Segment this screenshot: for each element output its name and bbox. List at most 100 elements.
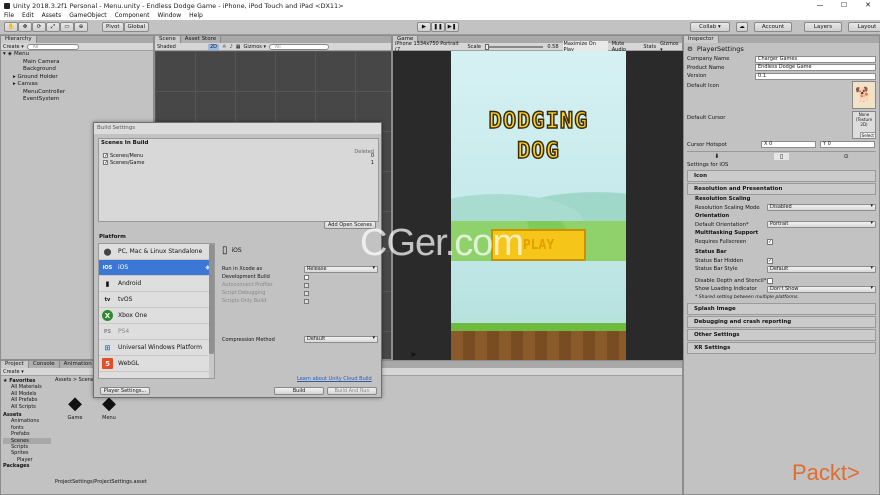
scene-search-input[interactable]: All: [268, 43, 329, 50]
close-button[interactable]: ✕: [856, 0, 880, 11]
layout-dropdown[interactable]: Layout: [848, 22, 880, 32]
minimize-button[interactable]: —: [808, 0, 832, 11]
cloud-icon[interactable]: ☁: [736, 22, 748, 32]
debugging-section-header[interactable]: Debugging and crash reporting: [687, 316, 876, 328]
play-icon[interactable]: ▶: [417, 22, 431, 32]
stats-toggle[interactable]: Stats: [643, 44, 656, 50]
tab-scene[interactable]: Scene: [155, 36, 181, 43]
disable-depth-checkbox[interactable]: [767, 277, 773, 284]
platform-scrollbar[interactable]: [209, 244, 214, 378]
run-in-xcode-dropdown[interactable]: Release: [304, 265, 378, 273]
hierarchy-item[interactable]: ▸ Ground Holder: [3, 74, 153, 82]
platform-ios[interactable]: iOS iOS ◈: [99, 260, 214, 276]
game-screen[interactable]: DODGING DOG PLAY: [451, 51, 626, 360]
move-tool-icon[interactable]: ✥: [18, 22, 32, 32]
shading-mode-dropdown[interactable]: Shaded: [157, 44, 205, 50]
menu-component[interactable]: Component: [115, 12, 150, 19]
platform-tvos[interactable]: tv tvOS: [99, 292, 214, 308]
tab-animation[interactable]: Animation: [59, 361, 97, 368]
compression-dropdown[interactable]: Default: [304, 336, 378, 343]
tab-project[interactable]: Project: [1, 361, 29, 368]
show-loading-dropdown[interactable]: Don't Show: [767, 285, 876, 293]
hierarchy-item[interactable]: MenuController: [3, 89, 153, 97]
other-settings-section-header[interactable]: Other Settings: [687, 329, 876, 341]
xr-settings-section-header[interactable]: XR Settings: [687, 342, 876, 354]
hierarchy-create-button[interactable]: Create ▾: [3, 44, 24, 50]
scene-entry[interactable]: ✓ Scenes/Menu 0: [99, 152, 378, 159]
product-name-input[interactable]: Endless Dodge Game: [755, 64, 876, 72]
hotspot-y-input[interactable]: Y 0: [820, 141, 875, 149]
cursor-select-button[interactable]: Select: [859, 131, 875, 138]
scaling-mode-dropdown[interactable]: Disabled: [767, 204, 876, 212]
tab-asset-store[interactable]: Asset Store: [180, 36, 222, 43]
cursor-texture-slot[interactable]: None (Texture 2D) Select: [852, 110, 876, 139]
maximize-button[interactable]: ☐: [832, 0, 856, 11]
platform-uwp[interactable]: ⊞ Universal Windows Platform: [99, 340, 214, 356]
orientation-dropdown[interactable]: Portrait: [767, 221, 876, 229]
tab-hierarchy[interactable]: Hierarchy: [1, 36, 37, 43]
menu-help[interactable]: Help: [189, 12, 203, 19]
platform-scrollbar-thumb[interactable]: [209, 244, 214, 354]
hierarchy-item[interactable]: Background: [3, 66, 153, 74]
hierarchy-item[interactable]: EventSystem: [3, 96, 153, 104]
step-icon[interactable]: ▶❚: [445, 22, 459, 32]
scale-slider[interactable]: [484, 43, 544, 50]
platform-webgl[interactable]: 5 WebGL: [99, 356, 214, 372]
expand-arrow-icon[interactable]: ▾: [3, 51, 6, 59]
platform-xbox-one[interactable]: X Xbox One: [99, 308, 214, 324]
scene-file-game[interactable]: ◆ Game: [61, 393, 89, 421]
android-platform-tab[interactable]: ⊙: [844, 153, 849, 160]
scale-tool-icon[interactable]: ⤢: [46, 22, 60, 32]
transform-tool-icon[interactable]: ⊕: [74, 22, 88, 32]
pause-icon[interactable]: ❚❚: [431, 22, 445, 32]
scene-checkbox[interactable]: ✓: [103, 160, 108, 166]
resolution-section-header[interactable]: Resolution and Presentation: [687, 183, 876, 195]
hierarchy-item[interactable]: ▸ Canvas: [3, 81, 153, 89]
development-build-checkbox[interactable]: [304, 274, 309, 280]
effects-icon[interactable]: ▦: [236, 44, 241, 50]
cloud-build-link[interactable]: Learn about Unity Cloud Build: [297, 376, 372, 382]
hierarchy-search-input[interactable]: All: [26, 43, 79, 50]
platform-ps4[interactable]: PS PS4: [99, 324, 214, 340]
scale-slider-handle[interactable]: [484, 43, 489, 50]
icon-section-header[interactable]: Icon: [687, 170, 876, 182]
menu-gameobject[interactable]: GameObject: [69, 12, 106, 19]
build-button[interactable]: Build: [274, 387, 324, 395]
favorite-item[interactable]: All Scripts: [3, 404, 51, 410]
player-settings-button[interactable]: Player Settings...: [100, 387, 150, 395]
hand-tool-icon[interactable]: ✋: [4, 22, 18, 32]
gizmos-dropdown[interactable]: Gizmos ▾: [243, 44, 266, 50]
status-bar-style-dropdown[interactable]: Default: [767, 265, 876, 273]
account-dropdown[interactable]: Account: [754, 22, 792, 32]
project-create-button[interactable]: Create ▾: [3, 369, 24, 375]
dog-icon[interactable]: 🐕: [852, 80, 876, 109]
status-bar-hidden-checkbox[interactable]: ✓: [767, 257, 773, 264]
ios-platform-tab[interactable]: ▯: [773, 153, 790, 160]
menu-edit[interactable]: Edit: [22, 12, 34, 19]
rect-tool-icon[interactable]: ▭: [60, 22, 74, 32]
tab-console[interactable]: Console: [28, 361, 60, 368]
standalone-platform-tab[interactable]: ⬇: [714, 153, 719, 160]
lighting-icon[interactable]: ☼: [222, 44, 226, 50]
tab-inspector[interactable]: Inspector: [684, 36, 719, 43]
menu-window[interactable]: Window: [157, 12, 181, 19]
platform-android[interactable]: ▮ Android: [99, 276, 214, 292]
hierarchy-item[interactable]: Main Camera: [3, 59, 153, 67]
rotate-tool-icon[interactable]: ⟳: [32, 22, 46, 32]
scene-root[interactable]: ▾ ◈ Menu: [3, 51, 153, 59]
layers-dropdown[interactable]: Layers: [804, 22, 842, 32]
global-toggle[interactable]: Global: [123, 22, 150, 32]
version-input[interactable]: 0.1: [755, 72, 876, 80]
packages-folder[interactable]: Packages: [3, 463, 51, 469]
fullscreen-checkbox[interactable]: ✓: [767, 238, 773, 245]
platform-standalone[interactable]: ⬤ PC, Mac & Linux Standalone: [99, 244, 214, 260]
2d-toggle[interactable]: 2D: [208, 43, 220, 50]
company-name-input[interactable]: Charger Games: [755, 55, 876, 63]
splash-section-header[interactable]: Splash Image: [687, 303, 876, 315]
menu-assets[interactable]: Assets: [42, 12, 62, 19]
scene-entry[interactable]: ✓ Scenes/Game 1: [99, 159, 378, 166]
audio-icon[interactable]: ♪: [230, 44, 233, 50]
pivot-toggle[interactable]: Pivot: [102, 22, 124, 32]
hotspot-x-input[interactable]: X 0: [761, 141, 816, 149]
collab-button[interactable]: Collab ▾: [690, 22, 730, 32]
